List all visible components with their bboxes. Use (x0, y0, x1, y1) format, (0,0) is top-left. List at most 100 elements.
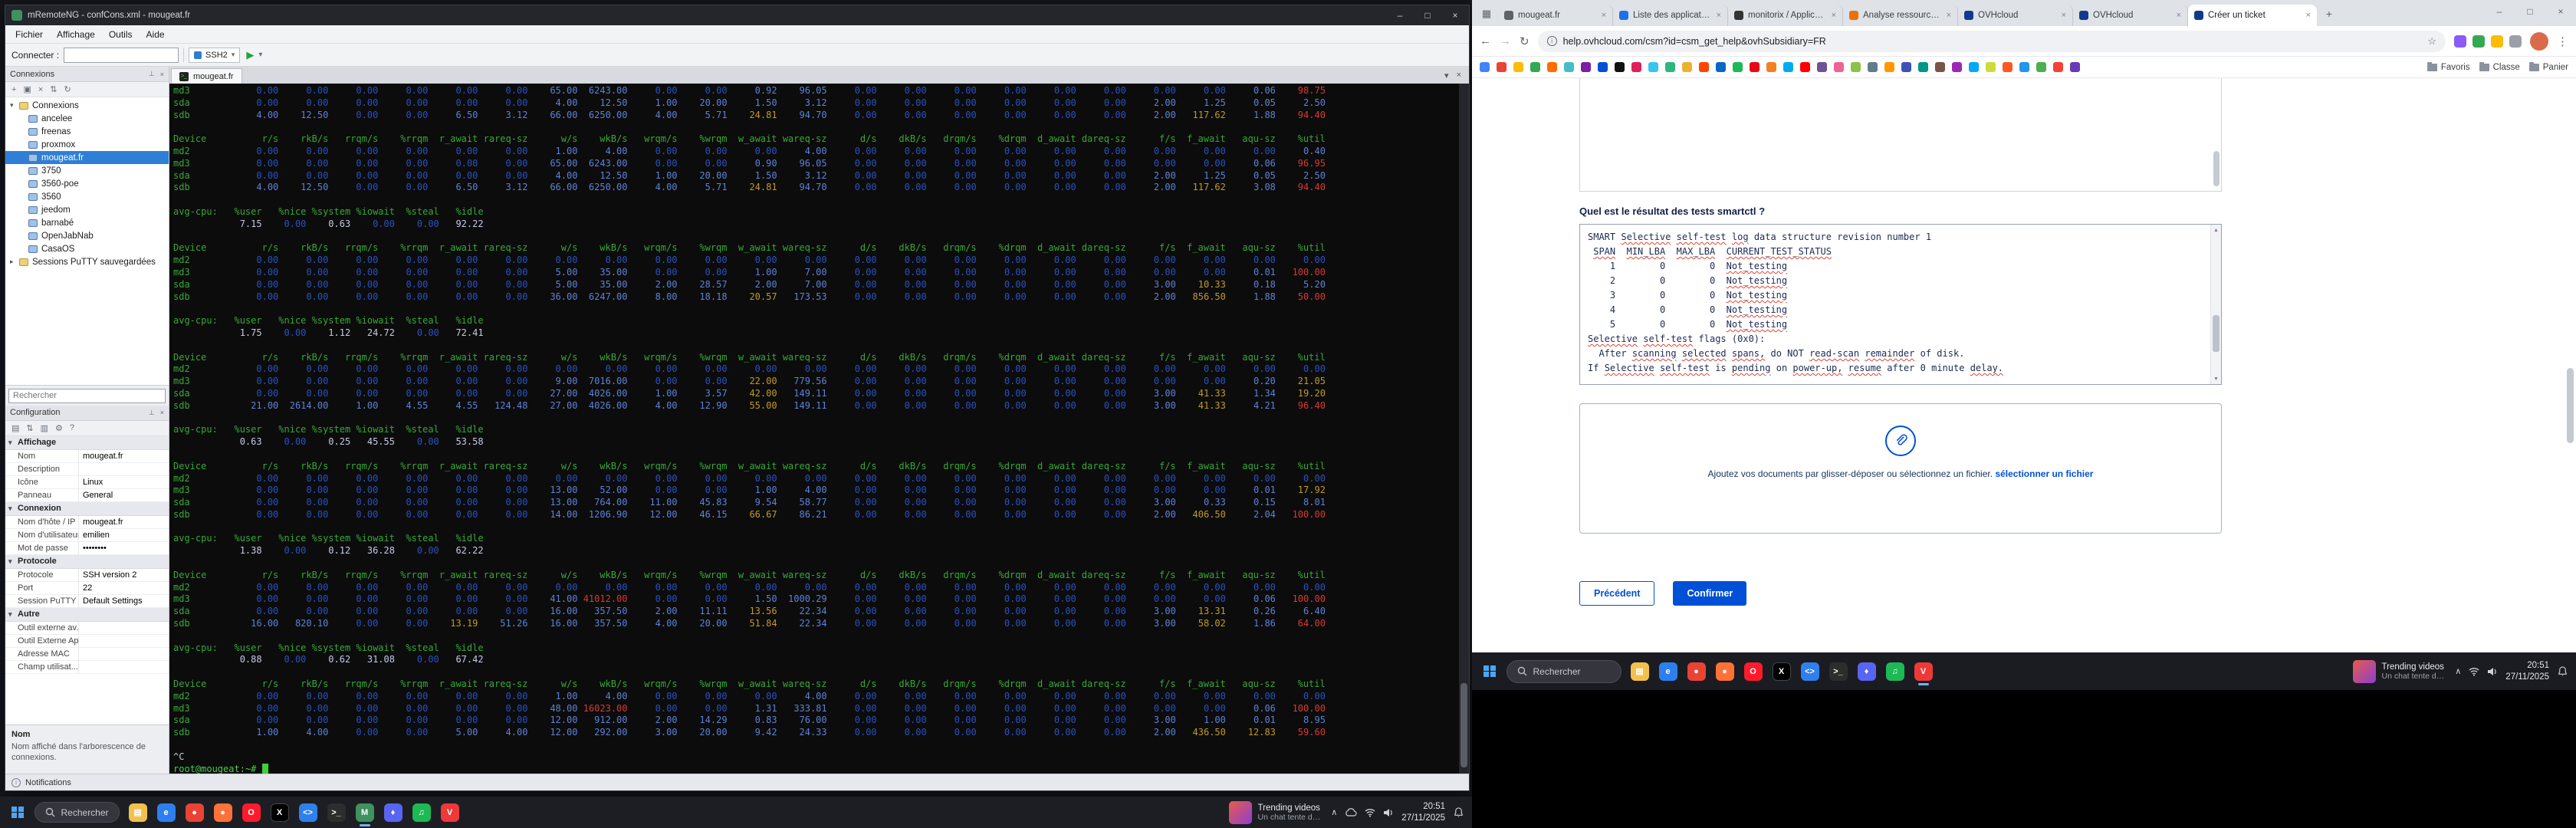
tab-close-icon[interactable]: × (1717, 11, 1721, 20)
connection-tab[interactable]: >_ mougeat.fr (171, 68, 242, 84)
url-text[interactable]: help.ovhcloud.com/csm?id=csm_get_help&ov… (1563, 36, 2422, 47)
extension-icon[interactable] (2472, 35, 2485, 48)
spotify-button[interactable]: ♫ (1884, 660, 1907, 683)
bookmark-favicon[interactable] (2036, 62, 2046, 72)
config-row[interactable]: ProtocoleSSH version 2 (5, 569, 169, 582)
notifications-bar[interactable]: i Notifications (5, 774, 1469, 790)
x-app-button[interactable]: X (268, 801, 291, 824)
browser-tab[interactable]: Liste des applicati…× (1613, 5, 1728, 26)
tree-item-proxmox[interactable]: proxmox (5, 138, 169, 151)
chevron-down-icon[interactable]: ▾ (1444, 71, 1449, 80)
reload-icon[interactable]: ↻ (1520, 34, 1530, 48)
wifi-icon[interactable] (1365, 808, 1375, 817)
close-icon[interactable]: × (160, 71, 164, 78)
scroll-up-icon[interactable]: ▲ (2211, 225, 2221, 235)
close-tab-icon[interactable]: × (1457, 71, 1461, 80)
bookmark-favicon[interactable] (2003, 62, 2013, 72)
volume-icon[interactable] (1383, 808, 1394, 817)
ssh-terminal[interactable]: md3 0.00 0.00 0.00 0.00 0.00 0.00 65.00 … (169, 84, 1459, 774)
tab-close-icon[interactable]: × (2062, 11, 2066, 20)
help-icon[interactable]: ? (70, 423, 74, 432)
start-button[interactable] (12, 807, 24, 819)
smart-textarea[interactable]: SMART Selective self-test log data struc… (1580, 225, 2210, 384)
new-tab-button[interactable]: + (2320, 5, 2338, 23)
widgets-news-button[interactable]: Trending videos Un chat tente d… (1229, 801, 1321, 824)
property-value[interactable]: Linux (79, 476, 169, 488)
tree-root-putty[interactable]: ▸Sessions PuTTY sauvegardées (5, 255, 169, 268)
extension-icon[interactable] (2491, 35, 2503, 48)
bookmark-favicon[interactable] (1665, 62, 1675, 72)
bookmark-favicon[interactable] (1817, 62, 1827, 72)
expand-icon[interactable]: ▾ (10, 101, 19, 110)
tree-item-jeedom[interactable]: jeedom (5, 203, 169, 216)
bookmark-favicon[interactable] (1750, 62, 1760, 72)
terminal-app-button[interactable]: >_ (325, 801, 348, 824)
expand-icon[interactable]: ▾ (8, 557, 18, 566)
bookmark-favicon[interactable] (1901, 62, 1911, 72)
browser-tab[interactable]: monitorix / Applica…× (1728, 5, 1843, 26)
property-value[interactable]: Default Settings (79, 595, 169, 607)
discord-button[interactable]: ♦ (382, 801, 405, 824)
property-value[interactable]: SSH version 2 (79, 569, 169, 581)
bookmark-folder-panier[interactable]: Panier (2529, 63, 2568, 72)
file-dropzone[interactable]: Ajoutez vos documents par glisser-dépose… (1579, 403, 2222, 534)
hidden-icons-chevron[interactable]: ∧ (1331, 807, 1337, 817)
bookmark-favicon[interactable] (2070, 62, 2080, 72)
bookmark-favicon[interactable] (1564, 62, 1574, 72)
back-icon[interactable]: ← (1480, 34, 1491, 48)
x-app-button[interactable]: X (1770, 660, 1793, 683)
new-connection-icon[interactable]: + (12, 85, 16, 94)
tree-item-3560[interactable]: 3560 (5, 190, 169, 203)
menu-affichage[interactable]: Affichage (50, 29, 102, 40)
bookmark-favicon[interactable] (1733, 62, 1743, 72)
delete-icon[interactable]: × (38, 85, 43, 94)
chrome-browser-button[interactable]: ● (1685, 660, 1708, 683)
config-row[interactable]: PanneauGeneral (5, 489, 169, 502)
expand-icon[interactable]: ▾ (8, 504, 18, 513)
minimize-button[interactable]: – (2484, 0, 2515, 23)
browser-tab[interactable]: Analyse ressource…× (1843, 5, 1958, 26)
tree-item-freenas[interactable]: freenas (5, 125, 169, 138)
property-value[interactable]: 22 (79, 582, 169, 594)
bookmark-favicon[interactable] (1648, 62, 1658, 72)
tab-close-icon[interactable]: × (1947, 11, 1951, 20)
bookmark-favicon[interactable] (1530, 62, 1540, 72)
close-icon[interactable]: × (160, 409, 164, 416)
vivaldi-browser-button[interactable]: V (1912, 660, 1935, 683)
config-row[interactable]: Adresse MAC (5, 648, 169, 661)
config-row[interactable]: Outil Externe Ap... (5, 635, 169, 648)
property-value[interactable] (79, 622, 169, 634)
bookmark-favicon[interactable] (2019, 62, 2029, 72)
select-file-link[interactable]: sélectionner un fichier (1995, 468, 2093, 479)
mremoteng-app-button[interactable]: M (353, 801, 376, 824)
properties-icon[interactable]: ▥ (41, 423, 48, 433)
expand-icon[interactable]: ▾ (8, 439, 18, 447)
bookmark-favicon[interactable] (1547, 62, 1557, 72)
address-bar[interactable]: i help.ovhcloud.com/csm?id=csm_get_help&… (1538, 31, 2446, 52)
property-value[interactable]: emilien (79, 529, 169, 541)
property-value[interactable]: General (79, 489, 169, 501)
tab-list-icon[interactable]: ▦ (1477, 4, 1497, 24)
previous-button[interactable]: Précédent (1579, 581, 1654, 606)
hidden-icons-chevron[interactable]: ∧ (2455, 666, 2461, 676)
site-info-icon[interactable]: i (1547, 36, 1557, 46)
config-row[interactable]: Description (5, 463, 169, 476)
config-panel-header[interactable]: Configuration ⊥ × (5, 406, 169, 421)
tree-item-OpenJabNab[interactable]: OpenJabNab (5, 229, 169, 242)
taskbar-search[interactable]: Rechercher (1506, 660, 1622, 683)
taskbar-clock[interactable]: 20:51 27/11/2025 (2505, 660, 2549, 683)
bookmark-favicon[interactable] (1699, 62, 1709, 72)
vivaldi-browser-button[interactable]: V (439, 801, 462, 824)
connections-panel-header[interactable]: Connexions ⊥ × (5, 67, 169, 82)
tree-item-barnabé[interactable]: barnabé (5, 216, 169, 229)
property-value[interactable] (79, 648, 169, 660)
file-explorer-button[interactable]: ▤ (1628, 660, 1651, 683)
bookmark-favicon[interactable] (1581, 62, 1591, 72)
firefox-browser-button[interactable]: ● (1714, 660, 1737, 683)
config-row[interactable]: Session PuTTYDefault Settings (5, 595, 169, 608)
browser-tab[interactable]: OVHcloud× (1958, 5, 2073, 26)
refresh-icon[interactable]: ↻ (64, 84, 71, 94)
tab-close-icon[interactable]: × (2306, 11, 2311, 20)
bookmark-favicon[interactable] (1800, 62, 1810, 72)
bookmark-favicon[interactable] (1766, 62, 1776, 72)
